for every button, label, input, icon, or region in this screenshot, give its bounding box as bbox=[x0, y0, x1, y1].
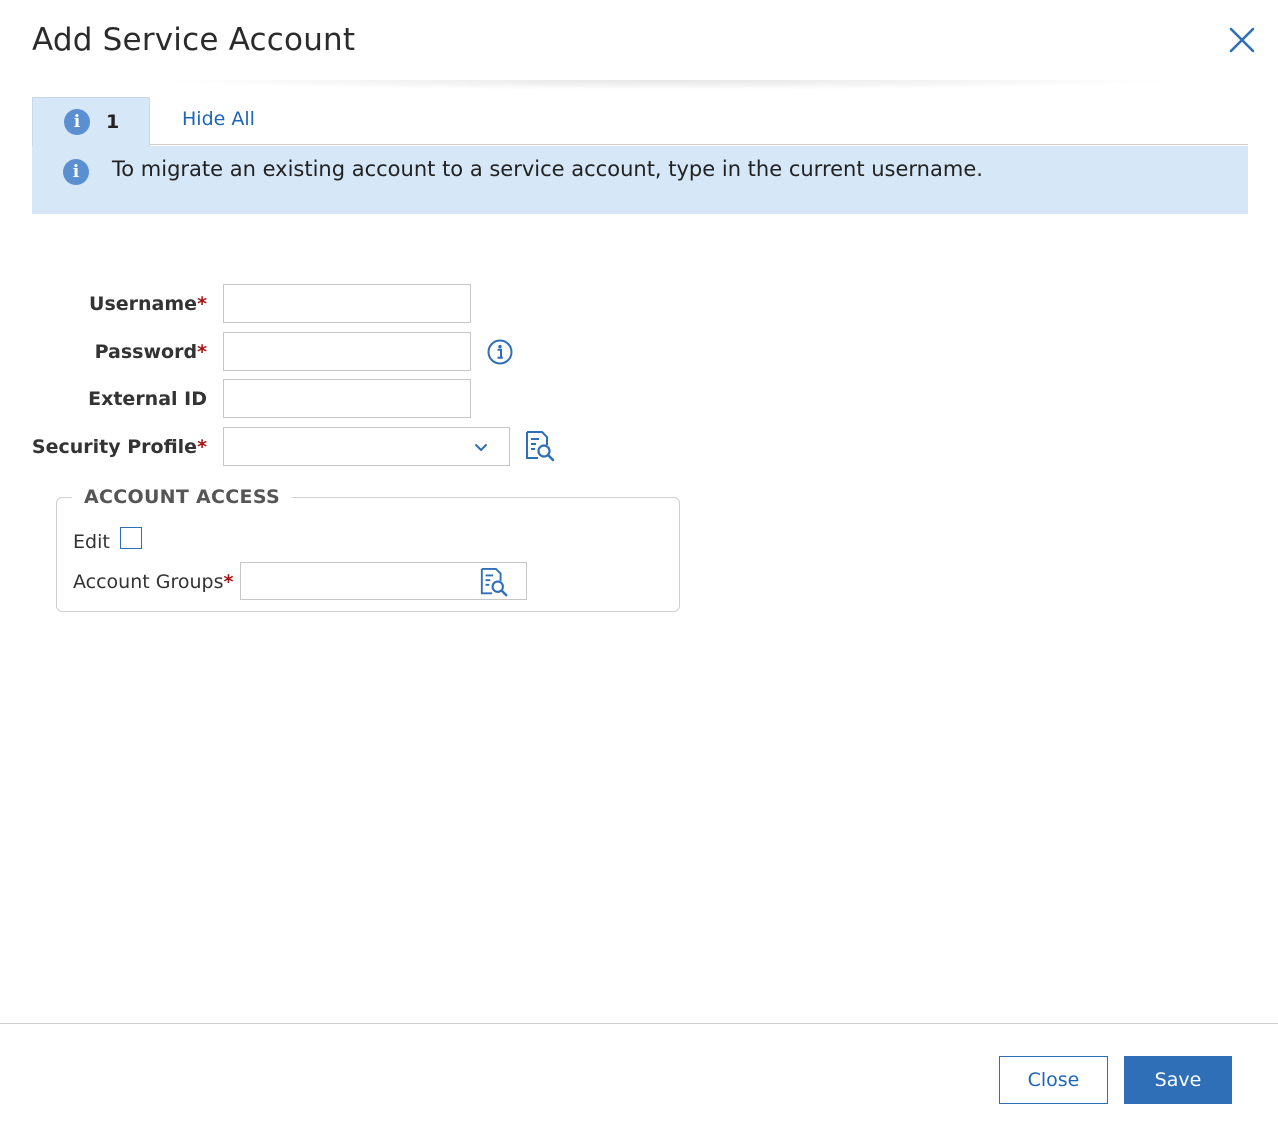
password-label: Password* bbox=[94, 341, 207, 363]
info-icon: i bbox=[64, 109, 90, 135]
account-access-legend: ACCOUNT ACCESS bbox=[72, 486, 292, 508]
security-profile-label: Security Profile* bbox=[31, 436, 207, 458]
close-button[interactable]: Close bbox=[999, 1056, 1108, 1104]
info-circle-icon[interactable] bbox=[486, 338, 514, 370]
info-count: 1 bbox=[106, 111, 120, 133]
password-input[interactable] bbox=[223, 332, 471, 371]
info-icon: i bbox=[63, 159, 89, 185]
required-mark: * bbox=[197, 293, 207, 315]
hide-all-link[interactable]: Hide All bbox=[182, 108, 255, 130]
username-label: Username* bbox=[89, 293, 207, 315]
security-profile-lookup-icon[interactable] bbox=[524, 430, 556, 466]
header-divider-shadow bbox=[150, 80, 1180, 90]
required-mark: * bbox=[197, 341, 207, 363]
external-id-label: External ID bbox=[88, 388, 207, 410]
tab-info-count[interactable]: i 1 bbox=[32, 97, 150, 146]
footer-divider bbox=[0, 1023, 1278, 1024]
account-groups-input[interactable] bbox=[240, 562, 527, 600]
close-icon[interactable] bbox=[1224, 22, 1260, 58]
chevron-down-icon bbox=[475, 444, 487, 451]
account-groups-label: Account Groups* bbox=[73, 571, 234, 593]
info-banner: i To migrate an existing account to a se… bbox=[32, 146, 1248, 214]
banner-message: To migrate an existing account to a serv… bbox=[112, 157, 983, 181]
required-mark: * bbox=[197, 436, 207, 458]
message-tabs: i 1 Hide All bbox=[32, 97, 1248, 146]
dialog-title: Add Service Account bbox=[32, 22, 356, 58]
save-button[interactable]: Save bbox=[1124, 1056, 1232, 1104]
edit-checkbox[interactable] bbox=[120, 527, 142, 549]
security-profile-select[interactable] bbox=[223, 427, 510, 466]
external-id-input[interactable] bbox=[223, 379, 471, 418]
required-mark: * bbox=[223, 571, 234, 593]
account-groups-lookup-icon[interactable] bbox=[479, 567, 509, 601]
edit-label: Edit bbox=[73, 531, 110, 553]
username-input[interactable] bbox=[223, 284, 471, 323]
